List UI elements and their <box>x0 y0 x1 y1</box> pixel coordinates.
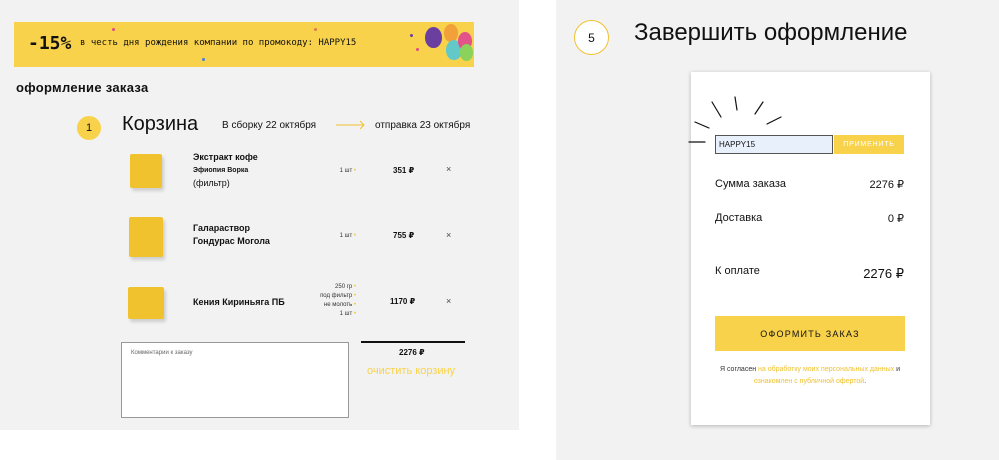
divider <box>361 341 465 343</box>
delivery-value: 0 ₽ <box>887 213 904 225</box>
promo-discount: -15% <box>28 33 72 54</box>
page-title: оформление заказа <box>16 80 149 95</box>
clear-cart-button[interactable]: очистить корзину <box>367 365 455 377</box>
arrow-right-icon <box>336 120 365 130</box>
quantity-selector[interactable]: 1 шт • <box>318 232 356 241</box>
product-name-line: Экстракт кофе <box>193 152 258 162</box>
step-number: 5 <box>574 20 609 55</box>
product-price: 351 ₽ <box>393 166 415 175</box>
product-name-line: Эфиопия Ворка <box>193 167 249 174</box>
remove-item-button[interactable]: × <box>446 230 451 240</box>
assembly-date: В сборку 22 октября <box>222 120 317 131</box>
promo-text: в честь дня рождения компании по промоко… <box>80 38 357 48</box>
option-value: не молоть <box>323 302 353 308</box>
quantity-selector[interactable]: 1 шт • <box>318 167 356 176</box>
pay-value: 2276 ₽ <box>863 266 904 281</box>
confetti-icon <box>202 58 205 61</box>
quantity-selector[interactable]: 250 гр • под фильтр • не молоть • 1 шт • <box>296 283 356 319</box>
confetti-icon <box>112 28 115 31</box>
pay-label: К оплате <box>715 265 760 277</box>
remove-item-button[interactable]: × <box>446 296 451 306</box>
product-image[interactable] <box>130 154 162 188</box>
sum-value: 2276 ₽ <box>869 179 904 191</box>
shipping-date: отправка 23 октября <box>375 120 471 131</box>
product-image[interactable] <box>128 287 164 319</box>
promo-banner: -15% в честь дня рождения компании по пр… <box>14 22 474 67</box>
sum-label: Сумма заказа <box>715 178 786 190</box>
consent-text: Я согласен на обработку моих персональны… <box>715 364 905 388</box>
product-price: 755 ₽ <box>393 231 415 240</box>
product-name[interactable]: Кения Кириньяга ПБ <box>193 296 285 309</box>
confetti-icon <box>410 34 413 37</box>
privacy-link[interactable]: на обработку моих персональных данных <box>758 366 894 373</box>
consent-label: Я согласен <box>719 366 757 373</box>
consent-label: . <box>864 378 867 385</box>
quantity-value: 1 шт <box>339 233 353 239</box>
confetti-icon <box>314 28 317 31</box>
promo-code-input[interactable]: HAPPY15 <box>715 135 833 154</box>
balloon-icon <box>425 27 442 48</box>
product-name[interactable]: Галараствор Гондурас Могола <box>193 222 270 248</box>
balloon-icon <box>460 44 473 61</box>
product-image[interactable] <box>129 217 163 257</box>
offer-link[interactable]: ознакомлен с публичной офертой <box>754 378 864 385</box>
option-value: под фильтр <box>320 293 353 299</box>
product-name[interactable]: Экстракт кофе Эфиопия Ворка (фильтр) <box>193 151 258 190</box>
apply-promo-button[interactable]: ПРИМЕНИТЬ <box>834 135 904 154</box>
option-value: 1 шт <box>339 311 353 317</box>
cart-total: 2276 ₽ <box>399 348 425 357</box>
option-value: 250 гр <box>335 284 353 290</box>
cart-title: Корзина <box>122 113 199 135</box>
product-name-line: Галараствор <box>193 223 251 233</box>
remove-item-button[interactable]: × <box>446 164 451 174</box>
product-name-line: Гондурас Могола <box>193 236 270 246</box>
step-number: 1 <box>77 116 101 140</box>
place-order-button[interactable]: ОФОРМИТЬ ЗАКАЗ <box>715 316 905 351</box>
product-name-line: (фильтр) <box>193 178 230 188</box>
product-price: 1170 ₽ <box>390 297 416 306</box>
checkout-title: Завершить оформление <box>634 19 908 46</box>
delivery-label: Доставка <box>715 212 763 224</box>
confetti-icon <box>416 48 419 51</box>
quantity-value: 1 шт <box>339 168 353 174</box>
comment-placeholder: Комментарии к заказу <box>131 350 193 356</box>
consent-label: и <box>896 366 901 373</box>
